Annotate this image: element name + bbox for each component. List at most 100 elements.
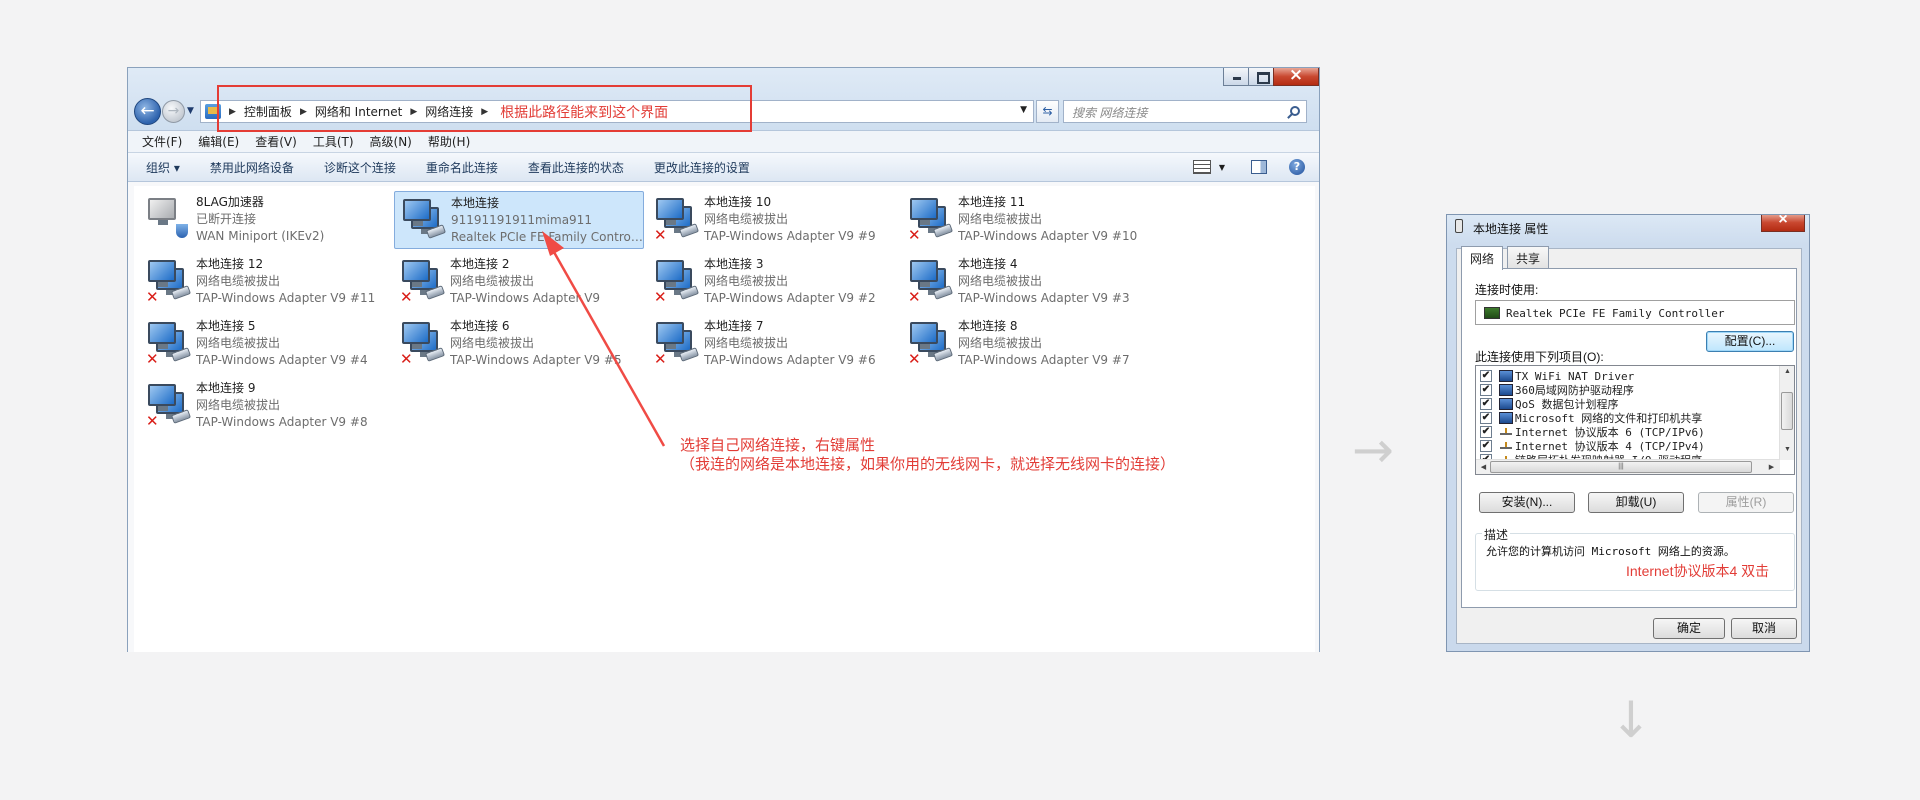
help-icon[interactable]: ? bbox=[1289, 159, 1305, 175]
network-connection-icon: ✕ bbox=[908, 320, 953, 367]
window-controls bbox=[1223, 68, 1319, 86]
horizontal-scrollbar[interactable]: ◀ ||| ▶ bbox=[1476, 459, 1780, 474]
search-placeholder: 搜索 网络连接 bbox=[1072, 106, 1148, 120]
rename-button[interactable]: 重命名此连接 bbox=[426, 159, 498, 176]
minimize-button[interactable] bbox=[1223, 68, 1249, 86]
item-checkbox[interactable]: ✔ bbox=[1480, 426, 1492, 438]
scroll-left-icon[interactable]: ◀ bbox=[1476, 463, 1491, 471]
local-connection-properties-dialog: 本地连接 属性 网络 共享 连接时使用: Realtek PCIe FE Fam… bbox=[1446, 214, 1810, 652]
arrow-right-icon: → bbox=[1352, 421, 1394, 479]
diagnose-button[interactable]: 诊断这个连接 bbox=[324, 159, 396, 176]
connection-item[interactable]: ✕ 本地连接 4 网络电缆被拔出 TAP-Windows Adapter V9 #3 bbox=[902, 253, 1152, 311]
network-connections-window: ← → ▼ ▶ 控制面板 ▶ 网络和 Internet ▶ 网络连接 ▶ 根据此… bbox=[127, 67, 1320, 652]
view-status-button[interactable]: 查看此连接的状态 bbox=[528, 159, 624, 176]
connection-item-row[interactable]: ✔ Internet 协议版本 6 (TCP/IPv6) bbox=[1480, 425, 1705, 439]
view-dropdown-icon[interactable]: ▼ bbox=[1219, 163, 1225, 172]
address-dropdown-icon[interactable]: ▼ bbox=[1020, 105, 1027, 115]
description-text: 允许您的计算机访问 Microsoft 网络上的资源。 bbox=[1486, 545, 1735, 558]
tab-sharing[interactable]: 共享 bbox=[1507, 246, 1550, 268]
connection-name: 本地连接 10 bbox=[704, 195, 772, 209]
connection-item-row[interactable]: ✔ Microsoft 网络的文件和打印机共享 bbox=[1480, 411, 1702, 425]
dialog-close-button[interactable] bbox=[1761, 215, 1805, 232]
view-options-icon[interactable] bbox=[1192, 160, 1211, 174]
ok-button[interactable]: 确定 bbox=[1653, 618, 1725, 639]
connection-item[interactable]: ✕ 本地连接 6 网络电缆被拔出 TAP-Windows Adapter V9 #5 bbox=[394, 315, 644, 373]
connection-adapter: TAP-Windows Adapter V9 #7 bbox=[958, 353, 1130, 367]
search-input[interactable]: 搜索 网络连接 bbox=[1063, 100, 1307, 123]
disable-device-button[interactable]: 禁用此网络设备 bbox=[210, 159, 294, 176]
connection-item-row[interactable]: ✔ Internet 协议版本 4 (TCP/IPv4) bbox=[1480, 439, 1705, 453]
preview-pane-icon[interactable] bbox=[1251, 160, 1267, 174]
connection-item[interactable]: ✕ 本地连接 2 网络电缆被拔出 TAP-Windows Adapter V9 bbox=[394, 253, 644, 311]
item-checkbox[interactable]: ✔ bbox=[1480, 384, 1492, 396]
search-icon[interactable] bbox=[1290, 106, 1300, 116]
menu-edit[interactable]: 编辑(E) bbox=[198, 133, 239, 150]
item-properties-button[interactable]: 属性(R) bbox=[1698, 492, 1794, 513]
refresh-button[interactable]: ⇆ bbox=[1036, 100, 1059, 123]
item-checkbox[interactable]: ✔ bbox=[1480, 412, 1492, 424]
connection-item-row[interactable]: ✔ QoS 数据包计划程序 bbox=[1480, 397, 1619, 411]
connections-list: 8LAG加速器 已断开连接 WAN Miniport (IKEv2) 本地连接 9119… bbox=[134, 186, 1315, 652]
connection-item[interactable]: ✕ 本地连接 7 网络电缆被拔出 TAP-Windows Adapter V9 #6 bbox=[648, 315, 898, 373]
connection-item-row[interactable]: ✔ TX WiFi NAT Driver bbox=[1480, 369, 1634, 383]
configure-button[interactable]: 配置(C)... bbox=[1706, 331, 1794, 352]
protocol-icon bbox=[1499, 426, 1513, 438]
connection-item[interactable]: ✕ 本地连接 8 网络电缆被拔出 TAP-Windows Adapter V9 #7 bbox=[902, 315, 1152, 373]
connection-items-list[interactable]: ✔ TX WiFi NAT Driver ✔ 360局域网防护驱动程序 ✔ QoS 数据包… bbox=[1475, 365, 1795, 475]
menu-file[interactable]: 文件(F) bbox=[142, 133, 182, 150]
uninstall-button[interactable]: 卸载(U) bbox=[1588, 492, 1684, 513]
recent-pages-dropdown-icon[interactable]: ▼ bbox=[187, 106, 194, 116]
description-label: 描述 bbox=[1482, 526, 1511, 543]
scroll-up-icon[interactable]: ▲ bbox=[1780, 368, 1794, 375]
cancel-button[interactable]: 取消 bbox=[1731, 618, 1797, 639]
organize-button[interactable]: 组织 ▾ bbox=[146, 159, 180, 176]
menu-help[interactable]: 帮助(H) bbox=[428, 133, 470, 150]
connection-item[interactable]: ✕ 本地连接 5 网络电缆被拔出 TAP-Windows Adapter V9 #4 bbox=[140, 315, 390, 373]
connection-item[interactable]: ✕ 本地连接 3 网络电缆被拔出 TAP-Windows Adapter V9 #2 bbox=[648, 253, 898, 311]
connection-item[interactable]: 本地连接 91191191911mima911 Realtek PCIe FE Fa… bbox=[394, 191, 644, 249]
disconnected-x-icon: ✕ bbox=[654, 226, 667, 244]
menu-view[interactable]: 查看(V) bbox=[255, 133, 297, 150]
item-checkbox[interactable]: ✔ bbox=[1480, 398, 1492, 410]
change-settings-button[interactable]: 更改此连接的设置 bbox=[654, 159, 750, 176]
vertical-scrollbar[interactable]: ▲ ▼ bbox=[1779, 366, 1794, 460]
connection-name: 本地连接 2 bbox=[450, 257, 510, 271]
item-checkbox[interactable]: ✔ bbox=[1480, 370, 1492, 382]
connection-name: 8LAG加速器 bbox=[196, 195, 264, 209]
connection-status: 网络电缆被拔出 bbox=[704, 274, 789, 288]
connection-adapter: TAP-Windows Adapter V9 #4 bbox=[196, 353, 368, 367]
item-checkbox[interactable]: ✔ bbox=[1480, 440, 1492, 452]
connection-name: 本地连接 12 bbox=[196, 257, 264, 271]
monitor-icon bbox=[148, 198, 176, 225]
menu-tools[interactable]: 工具(T) bbox=[313, 133, 354, 150]
connection-item[interactable]: ✕ 本地连接 12 网络电缆被拔出 TAP-Windows Adapter V9 #1… bbox=[140, 253, 390, 311]
forward-button[interactable]: → bbox=[162, 100, 185, 123]
connection-item[interactable]: 8LAG加速器 已断开连接 WAN Miniport (IKEv2) bbox=[140, 191, 390, 249]
menu-bar: 文件(F) 编辑(E) 查看(V) 工具(T) 高级(N) 帮助(H) bbox=[128, 130, 1319, 152]
items-label: 此连接使用下列项目(O): bbox=[1475, 350, 1604, 364]
monitor-icon bbox=[403, 199, 431, 226]
tab-networking[interactable]: 网络 bbox=[1461, 246, 1504, 270]
maximize-button[interactable] bbox=[1248, 68, 1274, 86]
connection-item[interactable]: ✕ 本地连接 9 网络电缆被拔出 TAP-Windows Adapter V9 #8 bbox=[140, 377, 390, 435]
item-label: TX WiFi NAT Driver bbox=[1515, 369, 1635, 383]
back-button[interactable]: ← bbox=[134, 98, 161, 125]
scroll-thumb[interactable] bbox=[1781, 392, 1793, 430]
connection-status: 网络电缆被拔出 bbox=[196, 274, 281, 288]
connection-item[interactable]: ✕ 本地连接 10 网络电缆被拔出 TAP-Windows Adapter V9 #9 bbox=[648, 191, 898, 249]
close-button[interactable] bbox=[1273, 68, 1319, 86]
connection-item-row[interactable]: ✔ 360局域网防护驱动程序 bbox=[1480, 383, 1634, 397]
address-annotation-box bbox=[217, 85, 752, 132]
scroll-right-icon[interactable]: ▶ bbox=[1764, 463, 1779, 471]
scroll-down-icon[interactable]: ▼ bbox=[1780, 446, 1794, 453]
scroll-thumb[interactable]: ||| bbox=[1490, 461, 1752, 473]
connection-status: 网络电缆被拔出 bbox=[196, 336, 281, 350]
disconnected-x-icon: ✕ bbox=[654, 288, 667, 306]
network-adapter-icon bbox=[1455, 219, 1463, 233]
connection-adapter: TAP-Windows Adapter V9 #11 bbox=[196, 291, 376, 305]
connection-item[interactable]: ✕ 本地连接 11 网络电缆被拔出 TAP-Windows Adapter V9 #1… bbox=[902, 191, 1152, 249]
menu-advanced[interactable]: 高级(N) bbox=[370, 133, 412, 150]
install-button[interactable]: 安装(N)... bbox=[1479, 492, 1575, 513]
connection-status: 网络电缆被拔出 bbox=[704, 336, 789, 350]
connection-status: 网络电缆被拔出 bbox=[704, 212, 789, 226]
